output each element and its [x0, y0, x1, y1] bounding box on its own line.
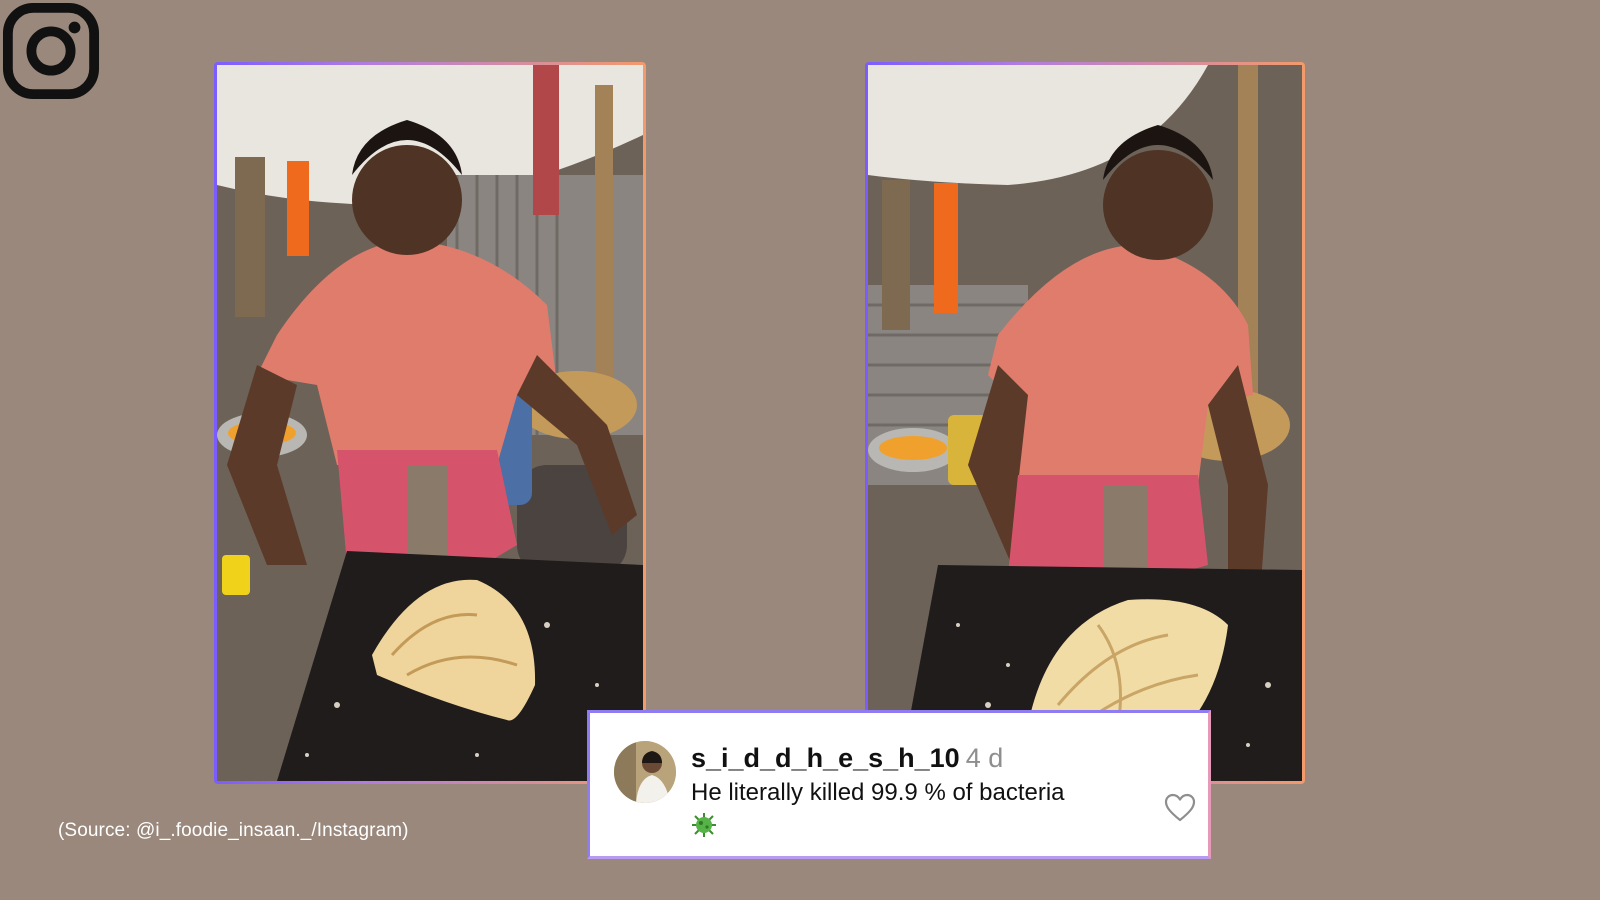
comment-card: s_i_d_d_h_e_s_h_10 4 d He literally kille…: [587, 710, 1211, 859]
cook-with-flatbread-photo: [214, 62, 646, 784]
comment-header: s_i_d_d_h_e_s_h_10 4 d: [691, 741, 1003, 775]
microbe-icon: [690, 811, 718, 839]
heart-outline-icon[interactable]: [1164, 793, 1196, 823]
comment-timestamp: 4 d: [965, 743, 1004, 773]
instagram-logo-icon: [2, 2, 100, 100]
avatar[interactable]: [614, 741, 676, 803]
comment-username[interactable]: s_i_d_d_h_e_s_h_10: [691, 743, 960, 773]
cook-crushing-flatbread-photo: [865, 62, 1305, 784]
comment-text: He literally killed 99.9 % of bacteria: [691, 779, 1065, 806]
source-caption: (Source: @i_.foodie_insaan._/Instagram): [58, 820, 409, 841]
